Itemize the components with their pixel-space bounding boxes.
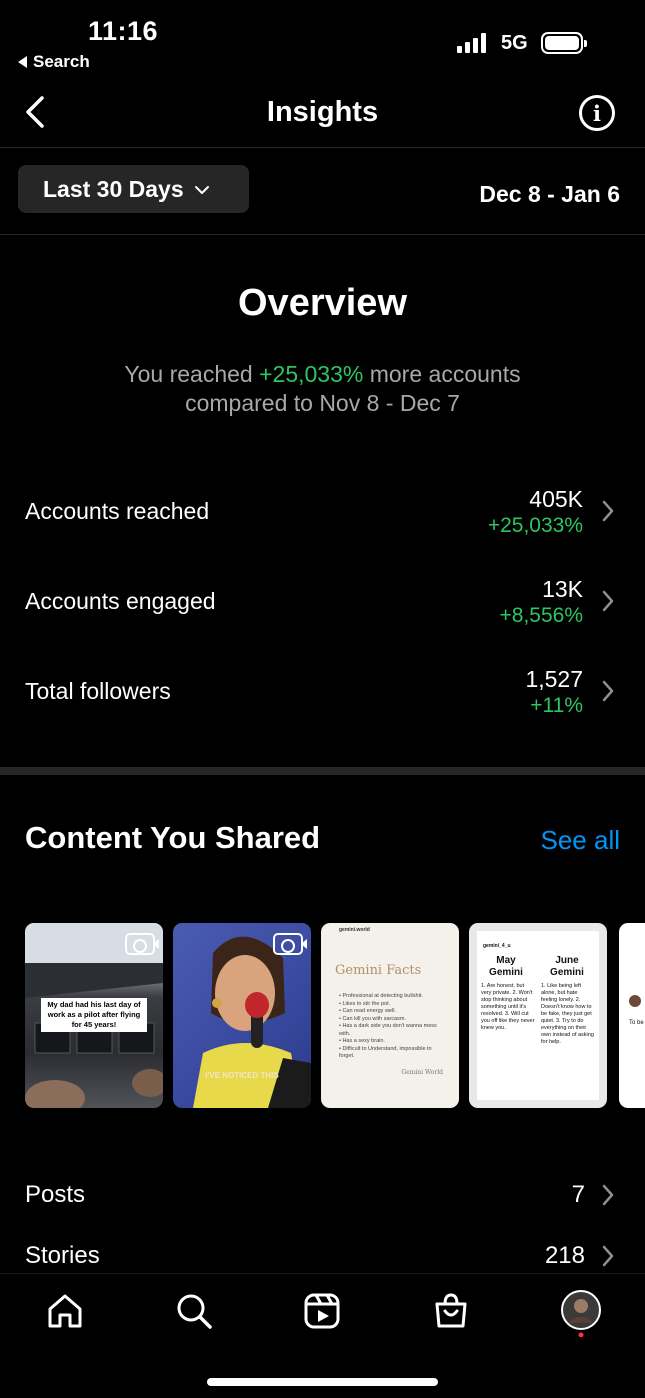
chevron-right-icon [602,590,614,612]
overview-desc-comparison: compared to Nov 8 - Dec 7 [185,390,460,416]
stat-label: Posts [25,1181,86,1208]
profile-avatar [561,1290,601,1338]
overview-title: Overview [238,282,407,324]
post-heading: Gemini Facts [335,963,422,978]
content-thumbnail-reel[interactable]: I'VE NOTICED THIS [173,923,311,1108]
posts-row[interactable]: Posts 7 [0,1181,645,1221]
back-to-search-label: Search [33,52,90,71]
tab-reels[interactable] [302,1291,342,1331]
shop-icon [435,1293,467,1328]
post-body: • Professional at detecting bullshit. • … [339,993,439,1061]
metric-row-accounts-engaged[interactable]: Accounts engaged 13K +8,556% [0,576,645,656]
status-bar: 11:16 Search 5G [0,0,645,80]
reel-caption: My dad had his last day of work as a pil… [41,998,147,1032]
tab-shop[interactable] [431,1291,471,1331]
overview-desc-suffix: more accounts [363,361,521,387]
post-line: • Likes to stir the pot. [339,1000,391,1007]
metric-change: +25,033% [487,514,583,537]
post-col2-title: June Gemini [550,955,584,978]
metric-change: +8,556% [499,604,584,627]
metric-row-total-followers[interactable]: Total followers 1,527 +11% [0,666,645,746]
reel-caption: I'VE NOTICED THIS [205,1071,279,1080]
post-col1-body: 1. Are honest, but very private. 2. Won'… [481,983,535,1031]
content-thumbnails-carousel[interactable]: My dad had his last day of work as a pil… [25,923,645,1108]
post-line: • Has a dark side you don't wanna mess w… [339,1023,437,1037]
post-line: • Can read energy well. [339,1008,396,1014]
tab-profile[interactable] [560,1289,601,1338]
avatar [629,995,641,1007]
post-col2-body: 1. Like being left alone, but hate feeli… [541,983,594,1045]
post-snippet: To be unde [629,1020,645,1026]
metric-label: Accounts reached [25,498,210,524]
metric-value: 13K [542,576,583,602]
stat-value: 7 [571,1181,585,1208]
chevron-right-icon [602,1245,614,1267]
stat-label: Stories [25,1242,100,1269]
tab-home[interactable] [45,1291,85,1331]
post-brand: gemini_4_u [483,943,511,949]
overview-desc-change: +25,033% [259,361,364,387]
section-divider [0,767,645,775]
content-thumbnail-post[interactable]: To be unde [619,923,645,1108]
post-line: • Difficult to Understand, impossible to… [339,1045,432,1060]
back-triangle-icon [18,56,27,68]
post-col1-title: May Gemini [489,955,523,978]
chevron-right-icon [602,1184,614,1206]
content-thumbnail-reel[interactable]: My dad had his last day of work as a pil… [25,923,163,1108]
content-thumbnail-post[interactable]: gemini_4_u May Gemini June Gemini 1. Are… [469,923,607,1108]
stat-value: 218 [544,1242,585,1269]
metric-label: Accounts engaged [25,588,216,614]
network-type: 5G [501,32,528,54]
content-thumbnail-post[interactable]: gemini.world Gemini Facts • Professional… [321,923,459,1108]
post-footer: Gemini World [401,1069,443,1076]
post-line: • Can kill you with sarcasm. [339,1015,407,1022]
reel-icon [125,933,159,955]
date-range-dropdown-label: Last 30 Days [43,175,184,202]
back-to-search-link[interactable]: Search [18,52,90,72]
search-icon [177,1294,212,1329]
filter-row: Last 30 Days Dec 8 - Jan 6 [0,149,645,235]
post-line: • Professional at detecting bullshit. [339,993,423,999]
home-icon [48,1294,82,1328]
see-all-link[interactable]: See all [541,825,621,856]
post-brand: gemini.world [339,927,370,933]
home-indicator [207,1378,438,1386]
date-range-text: Dec 8 - Jan 6 [479,181,620,207]
tab-search[interactable] [174,1291,214,1331]
notification-dot [578,1332,584,1338]
chevron-right-icon [602,500,614,522]
info-button[interactable]: i [579,95,615,131]
battery-icon [541,32,587,54]
date-range-dropdown[interactable]: Last 30 Days [18,165,249,213]
metric-value: 405K [529,486,583,512]
overview-description: You reached +25,033% more accounts compa… [60,360,585,418]
nav-bar: Insights i [0,80,645,148]
cellular-signal-icon [457,33,486,53]
chevron-right-icon [602,680,614,702]
status-time: 11:16 [88,16,159,46]
content-section-title: Content You Shared [25,820,321,855]
info-icon: i [593,100,601,126]
metric-row-accounts-reached[interactable]: Accounts reached 405K +25,033% [0,486,645,566]
reels-icon [304,1293,340,1329]
chevron-down-icon [194,186,209,194]
page-title: Insights [266,96,379,128]
overview-desc-prefix: You reached [124,361,260,387]
metric-label: Total followers [25,678,171,704]
reel-icon [273,933,307,955]
metric-change: +11% [530,694,583,717]
post-line: • Has a sexy brain. [339,1038,385,1044]
metric-value: 1,527 [525,666,583,692]
